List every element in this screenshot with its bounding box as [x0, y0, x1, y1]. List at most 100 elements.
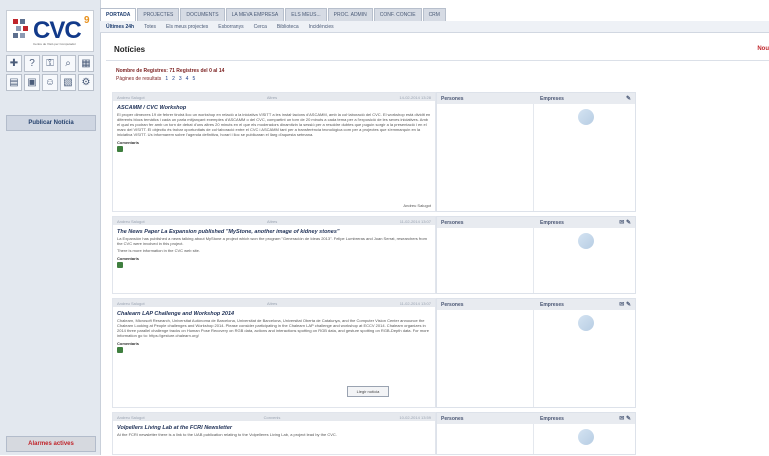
comments-label[interactable]: Comentaris: [117, 341, 431, 346]
new-news-link[interactable]: Nou: [757, 46, 769, 52]
mail-edit-icon[interactable]: ✉ ✎: [619, 415, 631, 422]
logo-mark-icon: [13, 19, 28, 38]
records-info: Nombre de Registres: 71 Registres del 0 …: [116, 68, 225, 74]
persons-label: Persones: [441, 95, 464, 102]
comment-icon[interactable]: [117, 262, 123, 268]
company-placeholder: [537, 233, 634, 249]
news-related-panel: Persones Empreses ✉ ✎: [436, 216, 636, 294]
person-placeholder-icon: [577, 429, 594, 445]
tab-documents[interactable]: DOCUMENTS: [180, 8, 225, 22]
persons-label: Persones: [441, 219, 464, 226]
company-placeholder: [537, 429, 634, 445]
news-body: La Expansión has published a news talkin…: [117, 236, 427, 246]
subtab-esborranys[interactable]: Esborranys: [218, 21, 243, 32]
tab-els-meus[interactable]: ELS MEUS...: [285, 8, 327, 22]
news-header: Andreu Salugot Altres 11-02-2014 13:07: [113, 299, 435, 307]
tab-la-meva-empresa[interactable]: LA MEVA EMPRESA: [225, 8, 285, 22]
grid-icon[interactable]: ▤: [6, 74, 22, 91]
news-title[interactable]: The News Paper La Expansion published "M…: [117, 229, 431, 235]
publish-news-button[interactable]: Publicar Notícia: [6, 115, 96, 131]
user-plus-icon[interactable]: ✚: [6, 55, 22, 72]
subtab-biblioteca[interactable]: Biblioteca: [277, 21, 299, 32]
related-header: Persones Empreses ✎: [437, 93, 635, 104]
comment-icon[interactable]: [117, 347, 123, 353]
box-icon[interactable]: ▣: [24, 74, 40, 91]
subtab-totes[interactable]: Totes: [144, 21, 156, 32]
news-category: Altres: [267, 218, 278, 224]
settings-icon[interactable]: ⚙: [78, 74, 94, 91]
news-more-info: There is more information in the CVC web…: [117, 248, 200, 253]
people-icon[interactable]: ☺: [42, 74, 58, 91]
news-category: Altres: [266, 94, 278, 100]
news-author: Andreu Salugot: [117, 300, 145, 306]
news-related-panel: Persones Empreses ✎: [436, 92, 636, 212]
column-divider: [533, 104, 534, 211]
news-item: Andreu Salugot Convenis 10-02-2014 13:59…: [112, 412, 436, 455]
news-header: Andreu Salugot Altres 11-02-2014 13:07: [113, 217, 435, 225]
news-item: Andreu Salugot Altres 11-02-2014 13:07 T…: [112, 216, 436, 294]
active-alarms-button[interactable]: Alarmes actives: [6, 436, 96, 452]
company-placeholder: [537, 315, 634, 331]
cvc-logo[interactable]: CVC 9 Centre de Visió per Computador: [6, 10, 94, 52]
tab-projectes[interactable]: PROJECTES: [137, 8, 180, 22]
person-placeholder-icon: [577, 315, 594, 331]
persons-label: Persones: [441, 415, 464, 422]
persons-label: Persones: [441, 301, 464, 308]
person-placeholder-icon: [577, 109, 594, 125]
top-navigation: PORTADA PROJECTES DOCUMENTS LA MEVA EMPR…: [100, 8, 446, 22]
calendar-icon[interactable]: ▦: [78, 55, 94, 72]
tab-crm[interactable]: CRM: [422, 8, 446, 22]
news-category: Convenis: [263, 414, 281, 420]
news-title[interactable]: Chalearn LAP Challenge and Workshop 2014: [117, 311, 431, 317]
tab-portada[interactable]: PORTADA: [100, 8, 137, 22]
pagination-label: Pàgines de resultats: [116, 76, 162, 82]
page-title: Notícies: [114, 45, 146, 54]
company-placeholder: [537, 109, 634, 125]
subtab-els-meus-projectes[interactable]: Els meus projectes: [166, 21, 208, 32]
news-title[interactable]: Volpellers Living Lab at the FCRI Newsle…: [117, 425, 431, 431]
tab-proc-admin[interactable]: PROC. ADMIN: [327, 8, 373, 22]
page-link-1[interactable]: 1: [165, 76, 168, 82]
subtab-ultimes-24h[interactable]: Últimes 24h: [106, 21, 134, 32]
news-title[interactable]: ASCAMM / CVC Workshop: [117, 105, 431, 111]
tab-conf-concie[interactable]: CONF. CONCIE: [373, 8, 422, 22]
search-icon[interactable]: ⌕: [60, 55, 76, 72]
news-item: Andreu Salugot Altres 14-02-2014 13:28 A…: [112, 92, 436, 212]
image-icon[interactable]: ▧: [60, 74, 76, 91]
quick-icons: ✚ ? ⚿ ⌕ ▦ ▤ ▣ ☺ ▧ ⚙: [6, 55, 94, 93]
related-header: Persones Empreses ✉ ✎: [437, 217, 635, 228]
subtab-cerca[interactable]: Cerca: [254, 21, 267, 32]
news-date: 11-02-2014 13:07: [399, 300, 431, 306]
comments-label[interactable]: Comentaris: [117, 256, 431, 261]
lock-icon[interactable]: ⚿: [42, 55, 58, 72]
mail-edit-icon[interactable]: ✉ ✎: [619, 301, 631, 308]
news-body: Chalearn, Microsoft Research, Universita…: [117, 318, 429, 338]
news-author: Andreu Salugot: [117, 218, 145, 224]
news-related-panel: Persones Empreses ✉ ✎: [436, 412, 636, 455]
read-news-button[interactable]: Llegir notícia: [347, 386, 389, 397]
companies-label: Empreses: [540, 95, 564, 102]
related-header: Persones Empreses ✉ ✎: [437, 413, 635, 424]
column-divider: [533, 228, 534, 293]
person-placeholder-icon: [577, 233, 594, 249]
question-icon[interactable]: ?: [24, 55, 40, 72]
page-link-5[interactable]: 5: [192, 76, 195, 82]
page-link-4[interactable]: 4: [186, 76, 189, 82]
comment-icon[interactable]: [117, 146, 123, 152]
news-author: Andreu Salugot: [117, 94, 145, 100]
news-category: Altres: [267, 300, 278, 306]
news-header: Andreu Salugot Convenis 10-02-2014 13:59: [113, 413, 435, 421]
news-date: 10-02-2014 13:59: [399, 414, 431, 420]
news-date: 11-02-2014 13:07: [399, 218, 431, 224]
column-divider: [533, 310, 534, 407]
pagination: Pàgines de resultats 1 2 3 4 5: [116, 76, 195, 82]
mail-edit-icon[interactable]: ✉ ✎: [619, 219, 631, 226]
news-related-panel: Persones Empreses ✉ ✎: [436, 298, 636, 408]
comments-label[interactable]: Comentaris: [117, 140, 431, 145]
page-link-2[interactable]: 2: [172, 76, 175, 82]
page-link-3[interactable]: 3: [179, 76, 182, 82]
edit-icon[interactable]: ✎: [626, 95, 631, 102]
logo-superscript: 9: [84, 15, 90, 26]
subtab-incidencies[interactable]: Incidències: [309, 21, 334, 32]
logo-subtitle: Centre de Visió per Computador: [33, 42, 76, 46]
